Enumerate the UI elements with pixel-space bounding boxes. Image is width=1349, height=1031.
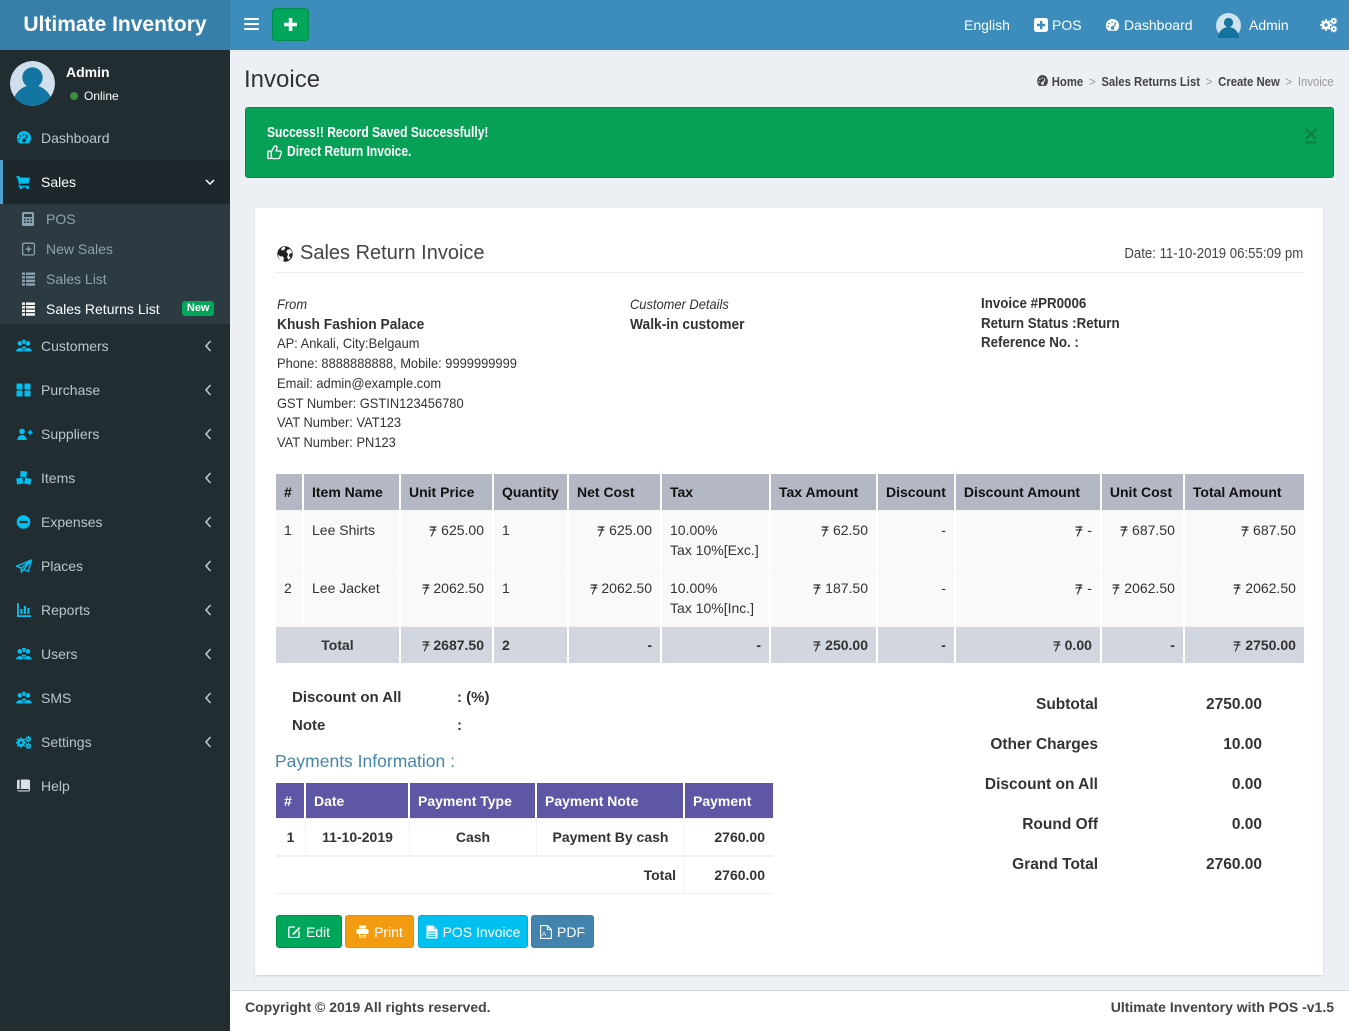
- svg-text:A: A: [542, 932, 546, 938]
